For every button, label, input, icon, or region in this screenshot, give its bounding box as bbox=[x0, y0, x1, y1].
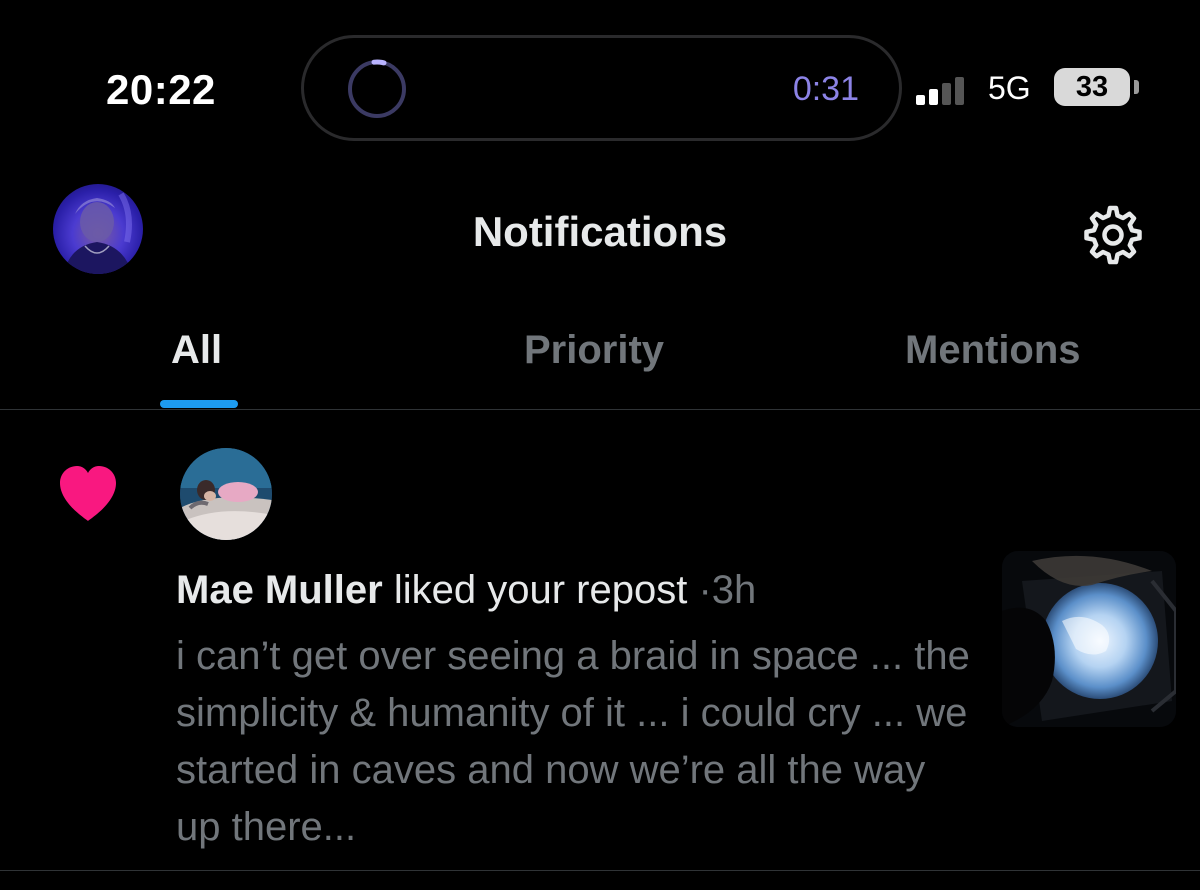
actor-name[interactable]: Mae Muller bbox=[176, 568, 383, 612]
page-title: Notifications bbox=[472, 208, 728, 255]
gear-icon bbox=[1084, 205, 1142, 265]
earth-window-image bbox=[1002, 551, 1176, 727]
actor-avatar[interactable] bbox=[180, 448, 272, 540]
battery-tip bbox=[1134, 80, 1139, 94]
post-thumbnail[interactable] bbox=[1002, 551, 1176, 727]
status-bar: 20:22 0:31 5G 33 bbox=[0, 0, 1200, 160]
tab-mentions-label: Mentions bbox=[905, 328, 1081, 372]
notification-item[interactable]: Mae Muller liked your repost ·3h i can’t… bbox=[0, 411, 1200, 871]
activity-timer: 0:31 bbox=[792, 70, 859, 108]
notification-time: 3h bbox=[711, 568, 757, 612]
post-text: i can’t get over seeing a braid in space… bbox=[176, 634, 970, 849]
notifications-screen: 20:22 0:31 5G 33 Notifications All Prior… bbox=[0, 0, 1200, 890]
tab-priority[interactable]: Priority bbox=[400, 300, 800, 410]
heart-icon bbox=[60, 466, 116, 521]
header: Notifications bbox=[0, 160, 1200, 300]
tab-mentions[interactable]: Mentions bbox=[800, 300, 1200, 410]
status-time: 20:22 bbox=[106, 66, 216, 113]
tab-all-label: All bbox=[171, 328, 223, 372]
dynamic-island[interactable]: 0:31 bbox=[301, 35, 902, 141]
notification-summary: Mae Muller liked your repost ·3h bbox=[176, 566, 976, 614]
tab-all[interactable]: All bbox=[0, 300, 396, 410]
settings-button[interactable] bbox=[1080, 202, 1146, 268]
notification-action: liked your repost bbox=[393, 568, 688, 612]
actor-photo bbox=[180, 448, 272, 540]
active-tab-indicator bbox=[160, 400, 238, 408]
battery-level: 33 bbox=[1075, 71, 1109, 103]
network-type: 5G bbox=[988, 70, 1031, 106]
tab-priority-label: Priority bbox=[524, 328, 665, 372]
separator-dot: · bbox=[698, 568, 712, 612]
cellular-signal-icon bbox=[916, 77, 964, 105]
progress-ring-icon bbox=[348, 59, 406, 118]
notification-tabs: All Priority Mentions bbox=[0, 300, 1200, 410]
battery-indicator: 33 bbox=[1054, 68, 1142, 108]
